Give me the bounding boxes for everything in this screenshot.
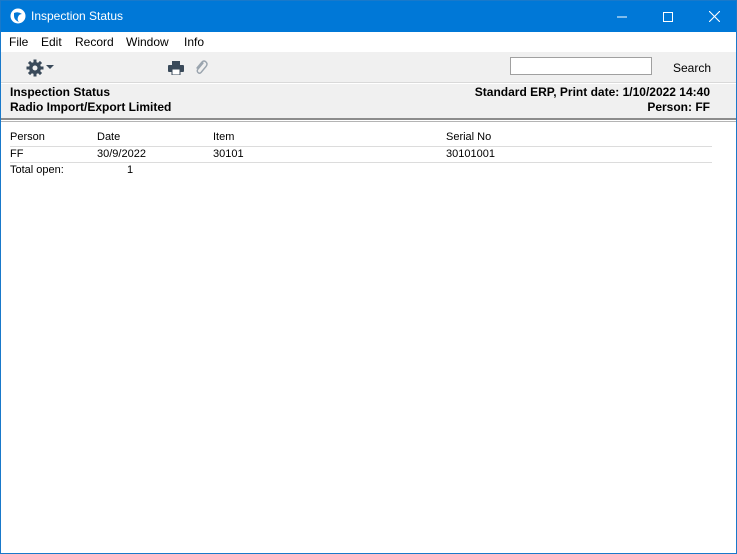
total-open-label: Total open: [10, 164, 64, 176]
total-open-value: 1 [127, 164, 134, 176]
paperclip-icon[interactable] [194, 59, 208, 77]
report-window: Inspection Status File Edit Record Windo… [0, 0, 737, 554]
close-icon [708, 11, 720, 22]
print-icon[interactable] [168, 61, 184, 75]
report-title: Inspection Status [10, 85, 111, 99]
search-input[interactable] [510, 57, 652, 75]
gear-icon[interactable] [26, 59, 44, 77]
menu-record[interactable]: Record [75, 35, 114, 49]
cell-serial: 30101001 [446, 148, 495, 160]
cell-person: FF [10, 148, 24, 160]
header-divider-thin [1, 121, 736, 122]
report-header: Inspection Status Radio Import/Export Li… [1, 84, 736, 119]
menu-info[interactable]: Info [184, 35, 204, 49]
column-header-person: Person [10, 131, 45, 143]
maximize-button[interactable] [645, 1, 691, 32]
menu-bar: File Edit Record Window Info [1, 32, 736, 52]
chevron-down-icon[interactable] [46, 65, 54, 69]
menu-edit[interactable]: Edit [41, 35, 62, 49]
search-button[interactable]: Search [673, 61, 711, 75]
minimize-icon [617, 16, 627, 17]
row-divider [10, 146, 712, 147]
cell-item[interactable]: 30101 [213, 148, 244, 160]
minimize-button[interactable] [599, 1, 645, 32]
header-divider [1, 118, 736, 120]
window-title: Inspection Status [31, 9, 124, 23]
toolbar: Search [1, 52, 736, 83]
menu-file[interactable]: File [9, 35, 28, 49]
column-header-serial: Serial No [446, 131, 492, 143]
print-info: Standard ERP, Print date: 1/10/2022 14:4… [474, 85, 710, 99]
app-logo-icon [10, 8, 26, 24]
title-bar[interactable]: Inspection Status [1, 1, 736, 32]
menu-window[interactable]: Window [126, 35, 169, 49]
cell-date: 30/9/2022 [97, 148, 146, 160]
column-header-item: Item [213, 131, 235, 143]
row-divider [10, 162, 712, 163]
close-button[interactable] [691, 1, 737, 32]
company-name: Radio Import/Export Limited [10, 100, 172, 114]
person-filter: Person: FF [647, 100, 710, 114]
column-header-date: Date [97, 131, 121, 143]
maximize-icon [663, 11, 673, 22]
